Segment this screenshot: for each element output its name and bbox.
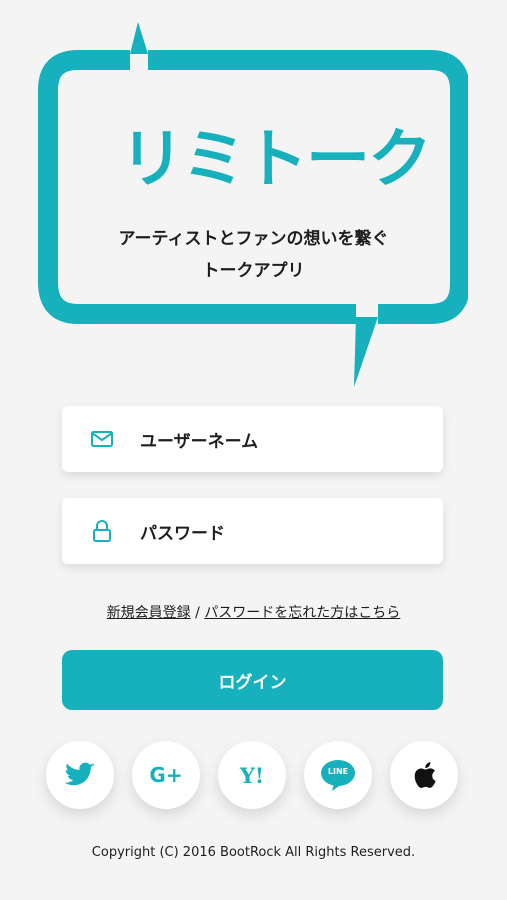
copyright-text: Copyright (C) 2016 BootRock All Rights R… [91,845,416,860]
username-label: ユーザーネーム [140,431,259,452]
register-link[interactable]: 新規会員登録 [107,605,191,621]
twitter-icon [65,762,95,786]
line-icon-label: LINE [327,767,349,776]
password-label: パスワード [140,523,225,544]
links-separator: / [190,605,205,621]
yahoo-button[interactable]: Y! [218,741,286,809]
tagline-line2: トークアプリ [202,261,305,281]
mail-icon [91,431,113,447]
apple-icon [414,762,436,788]
lock-icon [93,520,111,542]
app-logo-text: リミトーク [120,123,432,197]
username-field[interactable]: ユーザーネーム [62,406,443,472]
line-button[interactable]: LINE [304,741,372,809]
twitter-button[interactable] [46,741,114,809]
forgot-password-link[interactable]: パスワードを忘れた方はこちら [204,605,400,621]
logo-speech-bubble [38,22,468,392]
account-links: 新規会員登録 / パスワードを忘れた方はこちら [0,602,507,622]
google-plus-icon: G+ [149,763,183,787]
social-login-row: G+ Y! LINE [0,741,507,811]
yahoo-icon: Y! [239,762,265,788]
password-field[interactable]: パスワード [62,498,443,564]
login-button[interactable]: ログイン [62,650,443,710]
tagline-line1: アーティストとファンの想いを繋ぐ [118,229,389,249]
apple-button[interactable] [390,741,458,809]
line-icon: LINE [320,759,356,791]
google-plus-button[interactable]: G+ [132,741,200,809]
